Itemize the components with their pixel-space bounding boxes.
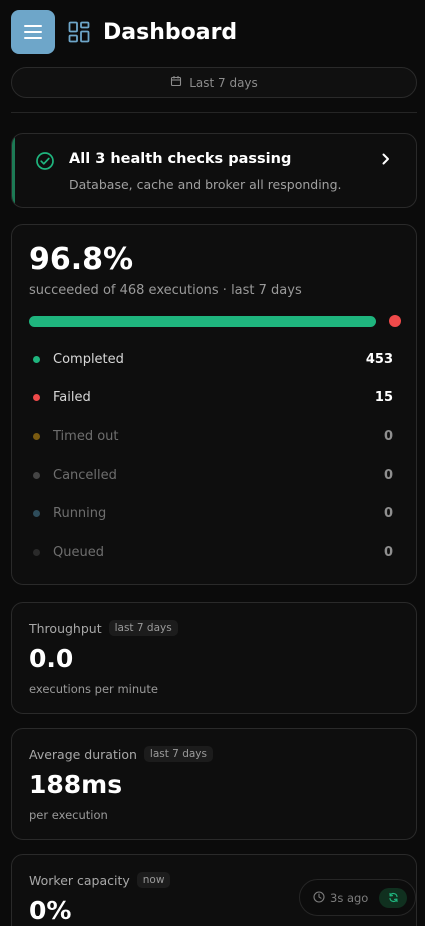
status-dot [33,548,40,556]
status-row-failed: Failed 15 [29,379,393,418]
health-subtitle: Database, cache and broker all respondin… [69,177,342,192]
refresh-button[interactable] [379,887,408,908]
throughput-range-chip: last 7 days [108,620,178,636]
average-duration-card: Average duration last 7 days 188ms per e… [11,728,417,840]
average-duration-title: Average duration [29,746,137,762]
worker-capacity-chip: now [136,872,171,888]
failure-indicator-dot [389,315,401,327]
chevron-right-icon [380,151,392,170]
status-count: 453 [365,351,393,367]
status-row-timed-out: Timed out 0 [29,417,393,456]
worker-capacity-value: 0% [29,896,72,925]
status-list: Completed 453 Failed 15 Timed out 0 Cancelled 0… [29,340,393,572]
status-count: 0 [383,428,393,444]
status-dot [33,432,40,440]
status-label: Timed out [53,428,119,444]
check-circle-icon [35,151,55,175]
status-row-completed: Completed 453 [29,340,393,379]
status-count: 0 [383,467,393,483]
success-progress-fill [29,316,376,327]
menu-button[interactable] [11,10,55,54]
dashboard-icon [68,21,90,43]
status-label: Queued [53,544,104,560]
status-dot [33,355,40,363]
throughput-unit: executions per minute [29,682,159,696]
status-count: 15 [374,390,393,406]
average-duration-value: 188ms [29,770,123,799]
executions-subtitle: succeeded of 468 executions · last 7 day… [29,283,302,298]
throughput-title: Throughput [29,620,102,636]
status-dot [33,471,40,479]
status-label: Cancelled [53,467,117,483]
throughput-card: Throughput last 7 days 0.0 executions pe… [11,602,417,714]
status-dot [33,510,40,518]
status-row-running: Running 0 [29,494,393,533]
success-progress-bar [29,316,387,327]
throughput-value: 0.0 [29,644,74,673]
average-duration-range-chip: last 7 days [143,746,213,762]
calendar-icon [170,75,182,90]
average-duration-unit: per execution [29,808,108,822]
menu-icon-line [24,25,42,27]
success-rate: 96.8% [29,242,134,277]
menu-icon-line [24,37,42,39]
worker-capacity-title: Worker capacity [29,872,130,888]
date-range-label: Last 7 days [189,75,258,90]
date-range-button[interactable]: Last 7 days [11,67,417,98]
status-label: Failed [53,390,91,406]
health-accent-bar [12,134,15,207]
divider [11,112,417,113]
header: Dashboard [11,10,237,54]
refresh-icon [388,888,399,907]
status-label: Running [53,506,107,522]
menu-icon-line [24,31,42,33]
status-row-queued: Queued 0 [29,533,393,572]
executions-card: 96.8% succeeded of 468 executions · last… [11,224,417,585]
last-refresh-indicator: 3s ago [299,879,416,916]
status-count: 0 [383,544,393,560]
health-title: All 3 health checks passing [69,151,292,167]
page-title: Dashboard [103,19,238,45]
status-count: 0 [383,506,393,522]
status-label: Completed [53,351,124,367]
status-row-cancelled: Cancelled 0 [29,456,393,495]
last-refresh-time: 3s ago [330,890,369,905]
status-dot [33,394,40,402]
health-card[interactable]: All 3 health checks passing Database, ca… [11,133,417,208]
clock-icon [313,888,325,907]
